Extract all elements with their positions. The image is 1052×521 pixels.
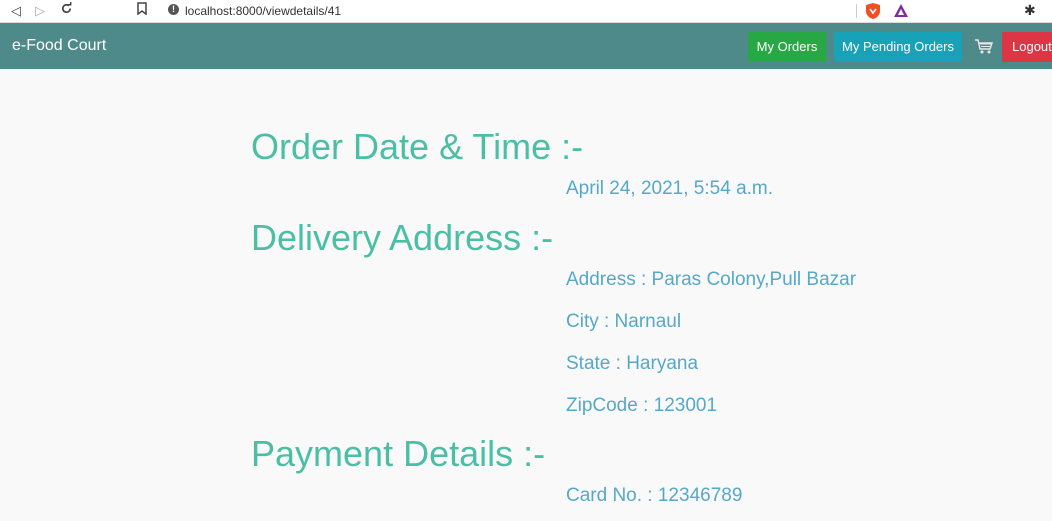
brave-shield-icon[interactable] bbox=[866, 3, 880, 19]
reload-icon[interactable] bbox=[58, 2, 74, 20]
order-date-heading: Order Date & Time :- bbox=[251, 126, 584, 167]
city-line: City : Narnaul bbox=[566, 311, 682, 332]
cart-icon[interactable] bbox=[974, 39, 994, 55]
card-number-line: Card No. : 12346789 bbox=[566, 485, 743, 506]
logout-button[interactable]: Logout bbox=[1002, 32, 1052, 62]
payment-details-heading: Payment Details :- bbox=[251, 433, 546, 474]
back-icon[interactable]: ◁ bbox=[8, 2, 24, 20]
toolbar-divider bbox=[856, 4, 857, 18]
browser-toolbar: ◁ ▷ ! localhost:8000/viewdetails/41 ✱ bbox=[0, 0, 1052, 23]
order-date-value: April 24, 2021, 5:54 a.m. bbox=[566, 178, 774, 199]
info-icon[interactable]: ! bbox=[168, 4, 179, 15]
address-line: Address : Paras Colony,Pull Bazar bbox=[566, 269, 857, 290]
my-orders-button[interactable]: My Orders bbox=[748, 32, 826, 62]
brand-logo[interactable]: e-Food Court bbox=[12, 36, 106, 56]
brave-rewards-icon[interactable] bbox=[893, 3, 909, 19]
delivery-address-heading: Delivery Address :- bbox=[251, 217, 554, 258]
forward-icon[interactable]: ▷ bbox=[32, 2, 48, 20]
zipcode-line: ZipCode : 123001 bbox=[566, 395, 718, 416]
address-bar[interactable]: localhost:8000/viewdetails/41 bbox=[185, 3, 341, 19]
my-pending-orders-button[interactable]: My Pending Orders bbox=[834, 32, 962, 62]
bookmark-icon[interactable] bbox=[134, 2, 150, 20]
top-navbar: e-Food Court My Orders My Pending Orders… bbox=[0, 23, 1052, 69]
state-line: State : Haryana bbox=[566, 353, 699, 374]
extensions-icon[interactable]: ✱ bbox=[1024, 2, 1036, 19]
